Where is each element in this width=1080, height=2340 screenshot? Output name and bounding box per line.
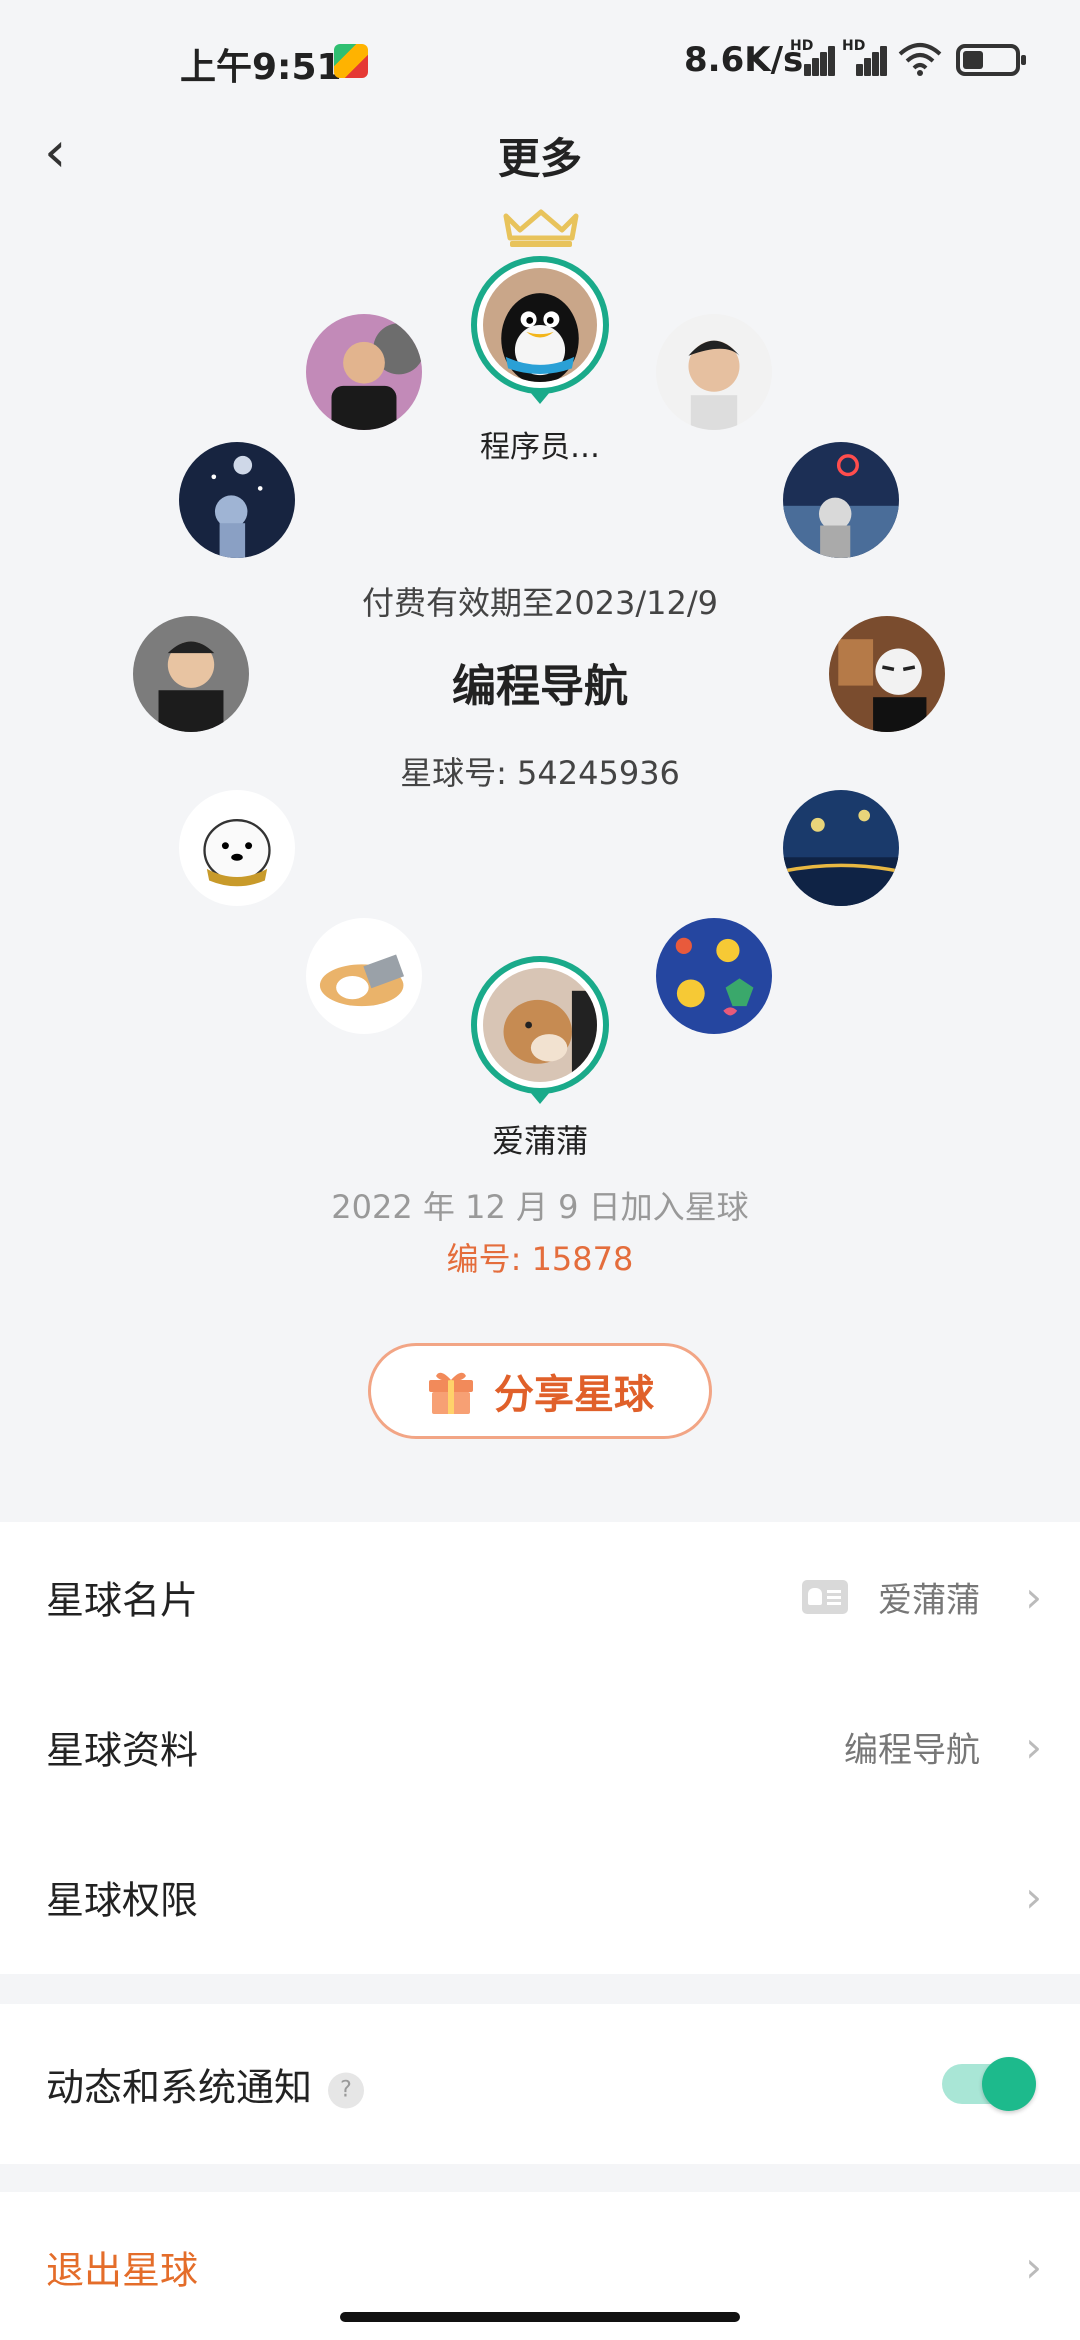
owner-avatar[interactable] <box>471 256 609 394</box>
chevron-right-icon: › <box>1025 1872 1042 1922</box>
member-avatar[interactable] <box>306 314 422 430</box>
planet-id: 星球号: 54245936 <box>400 754 680 792</box>
app-notification-icon <box>334 44 368 78</box>
home-indicator[interactable] <box>340 2312 740 2322</box>
wifi-icon <box>898 42 942 76</box>
member-avatar[interactable] <box>783 790 899 906</box>
signal-sim2-icon: HD <box>842 38 887 76</box>
member-avatar[interactable] <box>656 314 772 430</box>
planet-settings-group: 星球名片 爱蒲蒲 › 星球资料 编程导航 › 星球权限 › <box>0 1522 1080 1974</box>
my-avatar-pointer <box>530 1092 550 1104</box>
owner-pointer <box>530 392 550 404</box>
row-label: 星球权限 <box>46 1878 199 1923</box>
signal-sim1-icon: HD <box>790 38 835 76</box>
notification-group: 动态和系统通知? <box>0 2004 1080 2164</box>
member-avatar[interactable] <box>306 918 422 1034</box>
row-label: 星球名片 <box>46 1578 199 1623</box>
member-avatar[interactable] <box>656 918 772 1034</box>
row-label: 星球资料 <box>46 1728 199 1773</box>
my-avatar[interactable] <box>471 956 609 1094</box>
row-planet-permissions[interactable]: 星球权限 › <box>0 1822 1080 1972</box>
owner-name: 程序员… <box>480 430 600 465</box>
row-planet-card[interactable]: 星球名片 爱蒲蒲 › <box>0 1522 1080 1672</box>
expire-text: 付费有效期至2023/12/9 <box>361 584 719 622</box>
notification-label: 动态和系统通知 <box>46 2065 313 2110</box>
row-label: 动态和系统通知? <box>46 2057 365 2112</box>
crown-icon <box>503 209 579 247</box>
member-name: 爱蒲蒲 <box>491 1122 588 1160</box>
join-date: 2022 年 12 月 9 日加入星球 <box>331 1188 749 1226</box>
id-card-icon <box>802 1580 848 1614</box>
battery-icon <box>956 44 1026 76</box>
chevron-right-icon: › <box>1025 1722 1042 1772</box>
member-avatar[interactable] <box>783 442 899 558</box>
row-value: 爱蒲蒲 <box>878 1580 980 1621</box>
status-bar: 上午9:51 8.6K/s HD HD <box>0 0 1080 120</box>
chevron-right-icon: › <box>1025 1572 1042 1622</box>
gift-icon <box>429 1372 473 1414</box>
share-label: 分享星球 <box>494 1372 654 1418</box>
page-title: 更多 <box>497 134 582 183</box>
status-time: 上午9:51 <box>180 47 342 88</box>
exit-planet-label: 退出星球 <box>46 2248 199 2293</box>
member-number: 编号: 15878 <box>446 1240 634 1278</box>
planet-name: 编程导航 <box>452 661 628 712</box>
row-notifications: 动态和系统通知? <box>0 2009 1080 2159</box>
notification-toggle[interactable] <box>942 2057 1036 2111</box>
member-avatar[interactable] <box>179 442 295 558</box>
member-avatar[interactable] <box>179 790 295 906</box>
network-speed: 8.6K/s <box>684 40 804 80</box>
share-planet-button[interactable]: 分享星球 <box>368 1343 712 1439</box>
chevron-right-icon: › <box>1025 2242 1042 2292</box>
row-value: 编程导航 <box>844 1730 980 1771</box>
row-planet-profile[interactable]: 星球资料 编程导航 › <box>0 1672 1080 1822</box>
help-icon[interactable]: ? <box>328 2072 365 2108</box>
